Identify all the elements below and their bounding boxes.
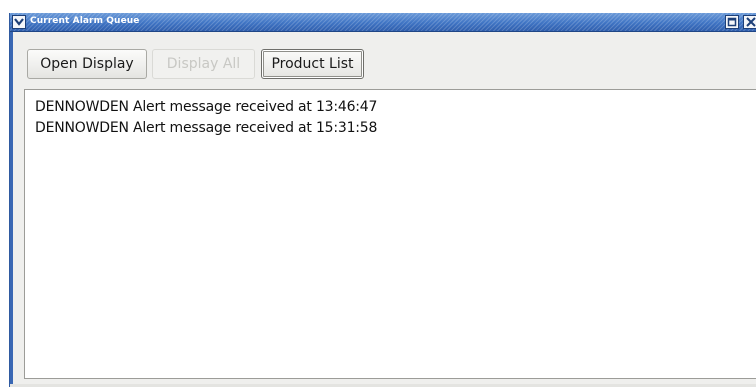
maximize-button[interactable] — [725, 15, 739, 29]
window-menu-button[interactable] — [12, 15, 26, 29]
list-item[interactable]: DENNOWDEN Alert message received at 13:4… — [35, 99, 377, 115]
chevron-down-icon — [14, 18, 24, 26]
alarm-message-list[interactable]: DENNOWDEN Alert message received at 13:4… — [24, 89, 756, 379]
title-bar[interactable]: Current Alarm Queue — [10, 13, 756, 32]
window-left-border — [10, 32, 13, 387]
close-button[interactable] — [743, 15, 756, 29]
open-display-button[interactable]: Open Display — [27, 49, 147, 79]
display-all-button[interactable]: Display All — [152, 49, 255, 79]
alarm-queue-window: Current Alarm Queue Open Display Display… — [9, 13, 756, 387]
list-item[interactable]: DENNOWDEN Alert message received at 15:3… — [35, 120, 377, 136]
maximize-icon — [727, 17, 737, 27]
window-title: Current Alarm Queue — [30, 16, 140, 26]
close-icon — [746, 17, 756, 27]
product-list-button[interactable]: Product List — [261, 49, 364, 79]
